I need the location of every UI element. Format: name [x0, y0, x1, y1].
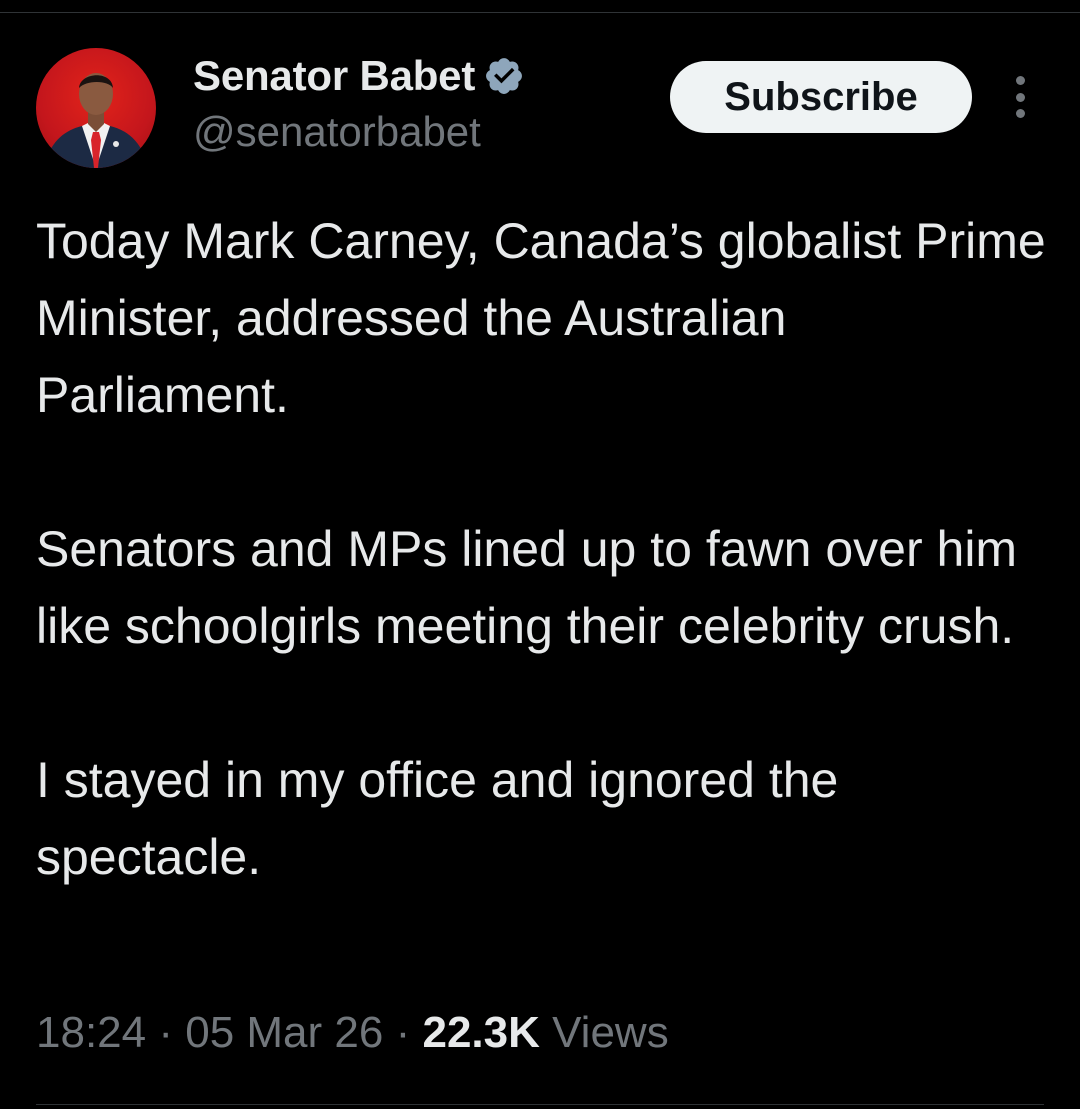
top-divider	[0, 12, 1080, 13]
verified-badge-icon	[486, 58, 523, 94]
more-dot	[1015, 76, 1025, 85]
more-dot	[1015, 92, 1025, 102]
views-label: Views	[552, 1008, 669, 1057]
tweet-text: Today Mark Carney, Canada’s globalist Pr…	[36, 203, 1046, 973]
avatar[interactable]	[36, 48, 156, 168]
meta-separator: ·	[158, 1008, 173, 1057]
tweet-meta: 18:24 · 05 Mar 26 · 22.3K Views	[36, 1008, 669, 1058]
tweet-paragraph: Senators and MPs lined up to fawn over h…	[36, 521, 1018, 654]
author-name-row: Senator Babet	[193, 48, 525, 104]
tweet-time[interactable]: 18:24	[36, 1008, 146, 1057]
more-options-icon[interactable]	[1006, 76, 1034, 118]
tweet-screenshot: Senator Babet @senatorbabet Subscribe To…	[0, 0, 1080, 1109]
bottom-divider	[36, 1104, 1044, 1105]
tweet-paragraph: I stayed in my office and ignored the sp…	[36, 752, 839, 885]
meta-separator: ·	[395, 1008, 411, 1057]
views-count[interactable]: 22.3K	[422, 1008, 539, 1057]
tweet-date[interactable]: 05 Mar 26	[185, 1008, 383, 1057]
profile-photo-icon	[44, 73, 148, 168]
subscribe-button[interactable]: Subscribe	[670, 61, 972, 133]
author-handle[interactable]: @senatorbabet	[193, 108, 481, 156]
more-dot	[1015, 109, 1025, 118]
tweet-paragraph: Today Mark Carney, Canada’s globalist Pr…	[36, 213, 1046, 423]
author-display-name[interactable]: Senator Babet	[193, 52, 475, 100]
